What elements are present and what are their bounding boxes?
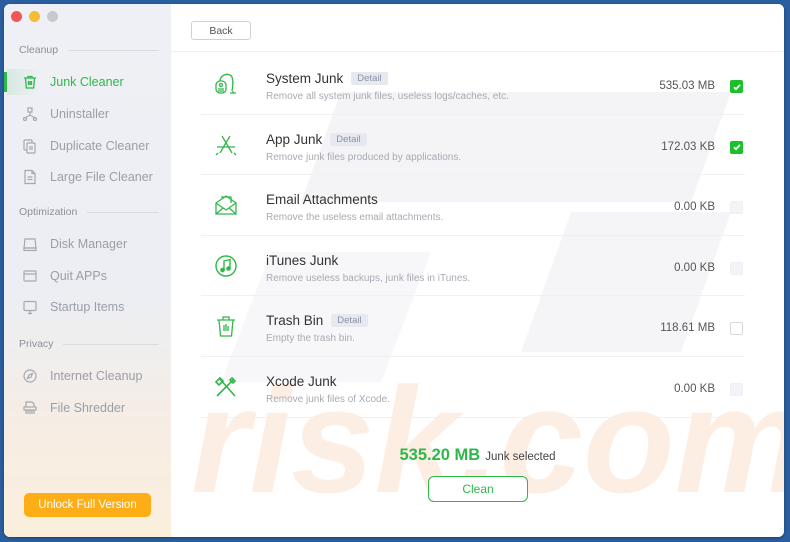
back-button[interactable]: Back bbox=[191, 21, 251, 40]
sidebar-item-uninstaller[interactable]: Uninstaller bbox=[4, 101, 171, 127]
row-checkbox[interactable] bbox=[730, 382, 743, 396]
unlock-full-version-button[interactable]: Unlock Full Version bbox=[24, 493, 151, 517]
main-panel: risk.com Back System Junk Detail Remove … bbox=[171, 4, 784, 537]
section-label-text: Optimization bbox=[19, 206, 78, 218]
checkmark-icon bbox=[732, 83, 741, 91]
row-size: 118.61 MB bbox=[660, 322, 715, 335]
sidebar-item-large-file-cleaner[interactable]: Large File Cleaner bbox=[4, 164, 171, 190]
duplicate-icon bbox=[22, 138, 38, 154]
sidebar-item-label: File Shredder bbox=[50, 401, 126, 415]
row-title-text: iTunes Junk bbox=[266, 252, 339, 268]
row-description: Remove junk files of Xcode. bbox=[266, 393, 390, 405]
row-checkbox[interactable] bbox=[730, 322, 743, 336]
row-checkbox[interactable] bbox=[730, 80, 743, 93]
selected-label: Junk selected bbox=[485, 451, 556, 463]
junk-row-trash-bin: Trash Bin Detail Empty the trash bin. 11… bbox=[201, 296, 745, 357]
tools-icon bbox=[214, 376, 237, 397]
sidebar-item-internet-cleanup[interactable]: Internet Cleanup bbox=[4, 363, 171, 389]
junk-row-xcode-junk: Xcode Junk Remove junk files of Xcode. 0… bbox=[201, 357, 745, 418]
sidebar: Cleanup Junk Cleaner Uninstaller Duplica… bbox=[4, 4, 171, 537]
section-label-optimization: Optimization bbox=[19, 206, 159, 218]
section-label-privacy: Privacy bbox=[19, 338, 159, 350]
vacuum-icon bbox=[215, 73, 236, 94]
sidebar-item-label: Large File Cleaner bbox=[50, 170, 153, 184]
toolbar: Back bbox=[171, 4, 784, 52]
checkmark-icon bbox=[732, 144, 741, 151]
row-title: App Junk Detail bbox=[266, 132, 367, 147]
window-icon bbox=[22, 268, 38, 284]
section-divider bbox=[63, 343, 159, 345]
sidebar-item-label: Quit APPs bbox=[50, 269, 107, 283]
row-title-text: Xcode Junk bbox=[266, 373, 337, 389]
trash-icon bbox=[22, 74, 38, 90]
minimize-window-button[interactable] bbox=[29, 11, 40, 22]
detail-button[interactable]: Detail bbox=[331, 314, 368, 328]
row-title: Email Attachments bbox=[266, 192, 378, 207]
row-title: System Junk Detail bbox=[266, 71, 388, 86]
sidebar-item-label: Duplicate Cleaner bbox=[50, 139, 150, 153]
section-divider bbox=[68, 49, 159, 51]
row-title-text: System Junk bbox=[266, 71, 344, 86]
sidebar-item-label: Internet Cleanup bbox=[50, 369, 143, 383]
junk-summary: 535.20 MB Junk selected bbox=[171, 446, 784, 465]
sidebar-item-label: Uninstaller bbox=[50, 107, 110, 121]
row-title: iTunes Junk bbox=[266, 253, 338, 268]
selected-amount: 535.20 MB bbox=[399, 446, 481, 464]
junk-row-system-junk: System Junk Detail Remove all system jun… bbox=[201, 54, 745, 115]
row-title-text: App Junk bbox=[266, 131, 323, 147]
sidebar-item-disk-manager[interactable]: Disk Manager bbox=[4, 231, 171, 257]
maximize-window-button[interactable] bbox=[47, 11, 58, 22]
row-description: Remove junk files produced by applicatio… bbox=[266, 151, 462, 163]
monitor-icon bbox=[22, 299, 38, 315]
section-label-text: Privacy bbox=[19, 338, 54, 350]
compass-icon bbox=[22, 368, 38, 384]
sidebar-item-label: Startup Items bbox=[50, 300, 125, 314]
row-description: Remove useless backups, junk files in iT… bbox=[266, 272, 471, 284]
traffic-lights bbox=[11, 11, 58, 22]
row-size: 172.03 KB bbox=[661, 140, 715, 153]
junk-list: System Junk Detail Remove all system jun… bbox=[201, 54, 745, 418]
close-window-button[interactable] bbox=[11, 11, 22, 22]
row-description: Empty the trash bin. bbox=[266, 333, 355, 345]
clean-button[interactable]: Clean bbox=[428, 476, 528, 502]
large-file-icon bbox=[22, 169, 38, 185]
disk-icon bbox=[22, 236, 38, 252]
section-label-cleanup: Cleanup bbox=[19, 44, 159, 56]
row-title-text: Trash Bin bbox=[266, 313, 324, 329]
row-title: Xcode Junk bbox=[266, 374, 337, 389]
row-title: Trash Bin Detail bbox=[266, 313, 368, 328]
junk-row-app-junk: App Junk Detail Remove junk files produc… bbox=[201, 115, 745, 176]
shredder-icon bbox=[22, 400, 38, 416]
row-checkbox[interactable] bbox=[730, 261, 743, 275]
row-title-text: Email Attachments bbox=[266, 192, 378, 208]
detail-button[interactable]: Detail bbox=[351, 72, 388, 85]
junk-row-email-attachments: Email Attachments Remove the useless ema… bbox=[201, 175, 745, 236]
row-size: 535.03 MB bbox=[659, 80, 715, 92]
row-size: 0.00 KB bbox=[674, 382, 715, 395]
app-window: Cleanup Junk Cleaner Uninstaller Duplica… bbox=[4, 4, 784, 537]
row-size: 0.00 KB bbox=[674, 261, 715, 274]
sidebar-item-file-shredder[interactable]: File Shredder bbox=[4, 395, 171, 421]
junk-row-itunes-junk: iTunes Junk Remove useless backups, junk… bbox=[201, 236, 745, 297]
app-store-icon bbox=[215, 135, 237, 156]
section-label-text: Cleanup bbox=[19, 44, 59, 56]
row-description: Remove all system junk files, useless lo… bbox=[266, 91, 509, 102]
sidebar-item-label: Disk Manager bbox=[50, 237, 128, 251]
trash-icon bbox=[217, 316, 235, 338]
detail-button[interactable]: Detail bbox=[330, 132, 367, 146]
row-description: Remove the useless email attachments. bbox=[266, 212, 444, 224]
sidebar-item-label: Junk Cleaner bbox=[50, 75, 124, 89]
mail-icon bbox=[215, 195, 237, 215]
sidebar-item-startup-items[interactable]: Startup Items bbox=[4, 294, 171, 320]
row-checkbox[interactable] bbox=[730, 201, 743, 215]
uninstaller-icon bbox=[22, 106, 38, 122]
row-checkbox[interactable] bbox=[730, 140, 743, 154]
music-icon bbox=[215, 255, 237, 277]
sidebar-item-duplicate-cleaner[interactable]: Duplicate Cleaner bbox=[4, 133, 171, 159]
row-size: 0.00 KB bbox=[674, 201, 715, 214]
sidebar-item-junk-cleaner[interactable]: Junk Cleaner bbox=[4, 69, 171, 95]
section-divider bbox=[87, 211, 159, 213]
sidebar-item-quit-apps[interactable]: Quit APPs bbox=[4, 263, 171, 289]
